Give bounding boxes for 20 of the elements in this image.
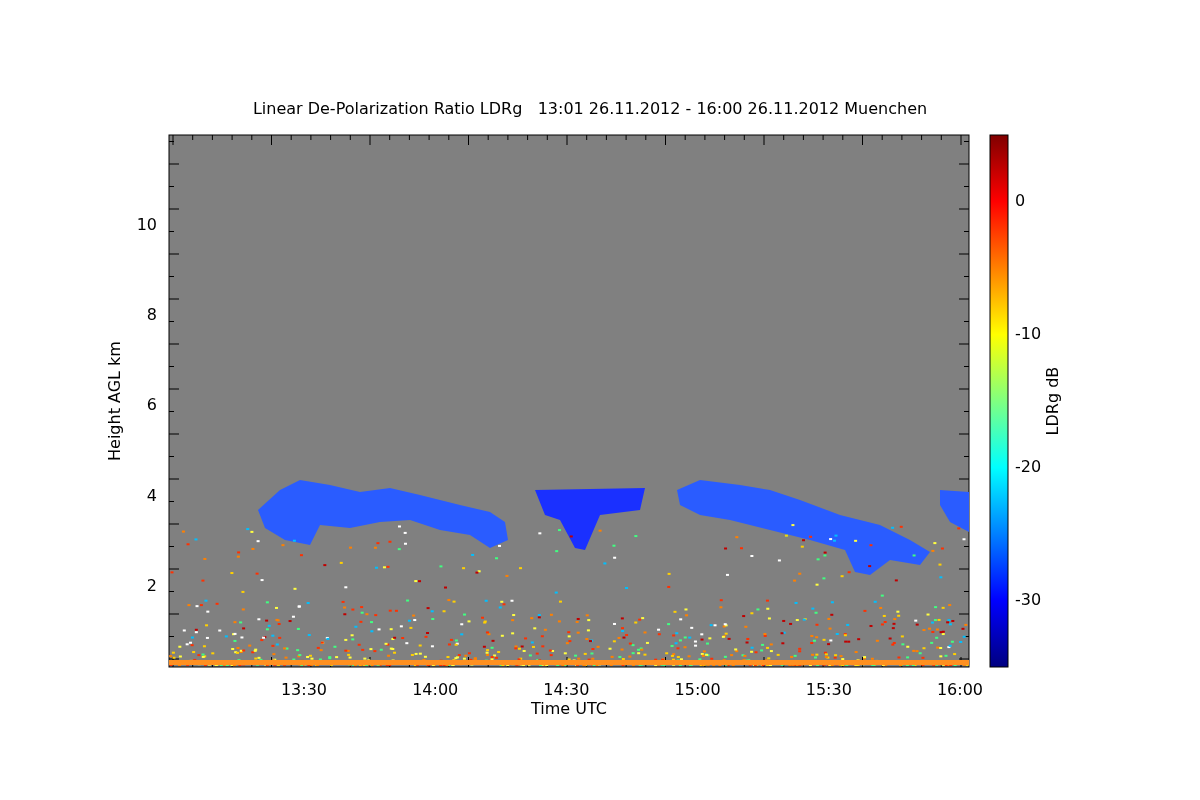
x-tick-label: 13:30: [280, 680, 328, 699]
x-tick-label: 16:00: [936, 680, 984, 699]
x-tick-label: 14:30: [543, 680, 590, 699]
colorbar-tick-label: -30: [1015, 590, 1042, 609]
y-axis-label: Height AGL km: [105, 341, 124, 461]
colorbar-tick-label: -20: [1015, 457, 1042, 476]
x-tick-label: 15:30: [805, 680, 852, 699]
colorbar-tick-label: 0: [1015, 191, 1026, 210]
colorbar-tick-label: -10: [1015, 324, 1042, 343]
y-tick-label: 4: [146, 485, 157, 505]
x-tick-label: 14:00: [412, 680, 459, 699]
colorbar-label: LDRg dB: [1043, 366, 1062, 436]
y-tick-label: 2: [146, 575, 157, 595]
y-tick-label: 8: [146, 305, 157, 325]
y-tick-label: 6: [146, 395, 157, 415]
cloud-echo: [940, 490, 969, 532]
y-tick-label: 10: [136, 215, 157, 234]
x-tick-label: 15:00: [674, 680, 721, 699]
plot-title: Linear De-Polarization Ratio LDRg 13:01 26.11.2012 - 16:00 26.11.2012 Muenchen: [252, 99, 928, 118]
x-axis-label: Time UTC: [531, 699, 607, 718]
